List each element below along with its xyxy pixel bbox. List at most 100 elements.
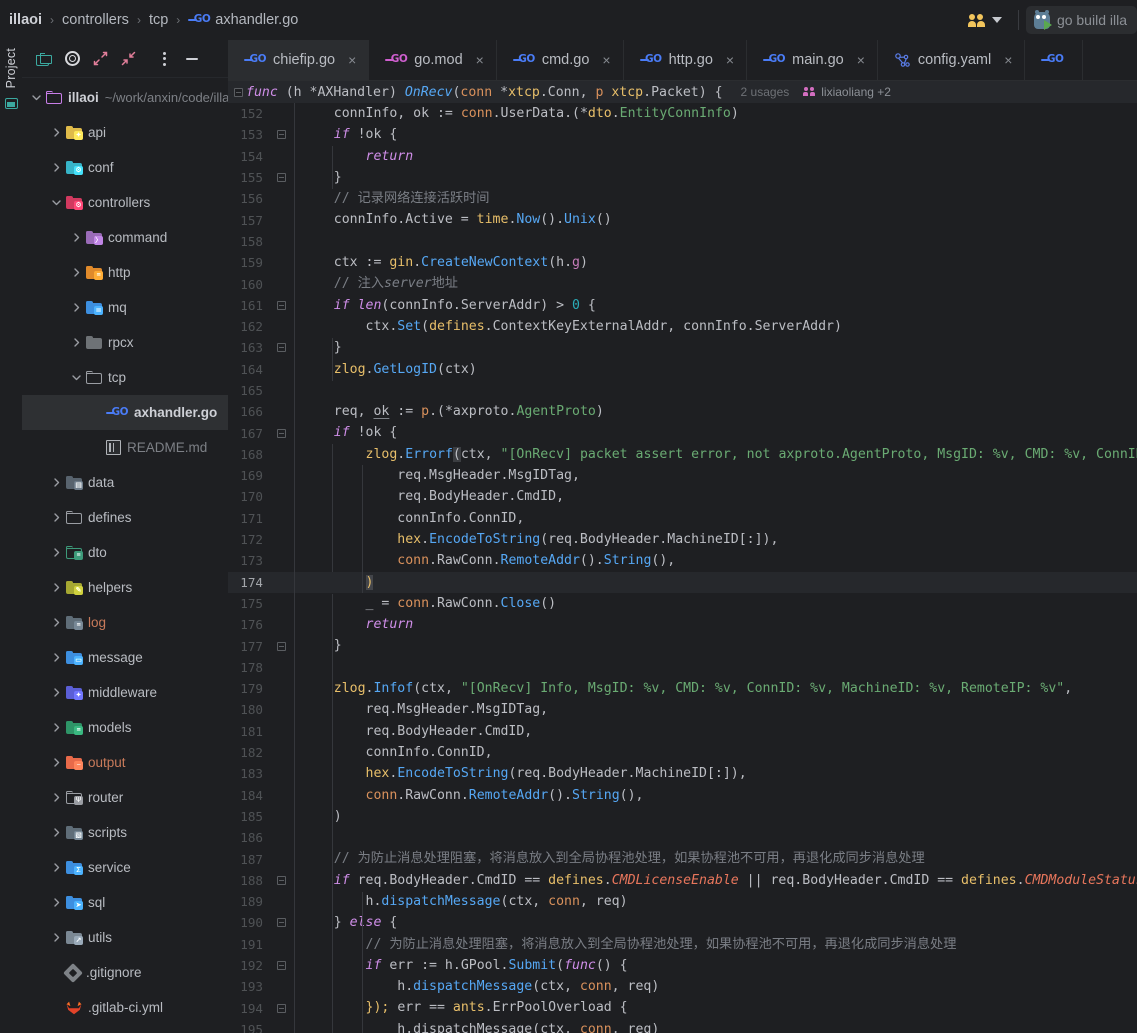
line-number[interactable]: 152 <box>228 106 272 121</box>
line-number[interactable]: 175 <box>228 596 272 611</box>
tree-item-data[interactable]: ▤ data <box>22 465 228 500</box>
select-opened-file-button[interactable] <box>30 45 58 73</box>
code-line[interactable]: 157 connInfo.Active = time.Now().Unix() <box>228 209 1137 230</box>
project-tree[interactable]: illaoi ~/work/anxin/code/illaoi ✦ api ⚙ conf ⚙… <box>22 78 228 1025</box>
fold-gutter[interactable] <box>272 961 290 971</box>
fold-gutter[interactable] <box>272 173 290 183</box>
tree-item-output[interactable]: − output <box>22 745 228 780</box>
line-number[interactable]: 166 <box>228 404 272 419</box>
code-line[interactable]: 195 h.dispatchMessage(ctx, conn, req) <box>228 1019 1137 1033</box>
line-number[interactable]: 184 <box>228 788 272 803</box>
code-line[interactable]: 187 // 为防止消息处理阻塞，将消息放入到全局协程池处理，如果协程池不可用，… <box>228 848 1137 869</box>
tree-chevron-icon[interactable] <box>48 510 64 526</box>
code-line[interactable]: 186 <box>228 827 1137 848</box>
code-line[interactable]: 170 req.BodyHeader.CmdID, <box>228 486 1137 507</box>
line-number[interactable]: 153 <box>228 127 272 142</box>
line-number[interactable]: 171 <box>228 511 272 526</box>
tree-item-gitignore[interactable]: .gitignore <box>22 955 228 990</box>
tree-item-conf[interactable]: ⚙ conf <box>22 150 228 185</box>
line-number[interactable]: 183 <box>228 766 272 781</box>
line-number[interactable]: 169 <box>228 468 272 483</box>
line-number[interactable]: 178 <box>228 660 272 675</box>
close-tab-button[interactable]: × <box>476 53 484 67</box>
editor-tab-main-go[interactable]: GO main.go × <box>747 40 878 80</box>
line-number[interactable]: 186 <box>228 830 272 845</box>
code-line[interactable]: 156 // 记录网络连接活跃时间 <box>228 188 1137 209</box>
tree-chevron-icon[interactable] <box>48 125 64 141</box>
code-line[interactable]: 160 // 注入server地址 <box>228 273 1137 294</box>
editor-tab-chiefip-go[interactable]: GO chiefip.go × <box>228 40 370 80</box>
line-number[interactable]: 163 <box>228 340 272 355</box>
close-tab-button[interactable]: × <box>602 53 610 67</box>
tree-item-sql[interactable]: ➤ sql <box>22 885 228 920</box>
code-line[interactable]: 181 req.BodyHeader.CmdID, <box>228 721 1137 742</box>
code-viewport[interactable]: func (h *AXHandler) OnRecv(conn *xtcp.Co… <box>228 81 1137 1033</box>
code-line[interactable]: 183 hex.EncodeToString(req.BodyHeader.Ma… <box>228 763 1137 784</box>
code-line[interactable]: 172 hex.EncodeToString(req.BodyHeader.Ma… <box>228 529 1137 550</box>
code-line[interactable]: 191 // 为防止消息处理阻塞，将消息放入到全局协程池处理，如果协程池不可用，… <box>228 934 1137 955</box>
expand-all-button[interactable] <box>86 45 114 73</box>
tree-chevron-icon[interactable] <box>88 440 104 456</box>
line-number[interactable]: 168 <box>228 447 272 462</box>
tree-chevron-icon[interactable] <box>48 790 64 806</box>
line-number[interactable]: 156 <box>228 191 272 206</box>
line-number[interactable]: 180 <box>228 702 272 717</box>
tree-item-router[interactable]: Ψrouter <box>22 780 228 815</box>
tree-item-dto[interactable]: ≡ dto <box>22 535 228 570</box>
tree-item-log[interactable]: ≡ log <box>22 605 228 640</box>
tree-chevron-icon[interactable] <box>48 755 64 771</box>
tree-item-scripts[interactable]: ▧ scripts <box>22 815 228 850</box>
tree-item-gitlab-ci-yml[interactable]: .gitlab-ci.yml <box>22 990 228 1025</box>
tree-chevron-icon[interactable] <box>48 930 64 946</box>
line-number[interactable]: 189 <box>228 894 272 909</box>
line-number[interactable]: 165 <box>228 383 272 398</box>
breadcrumb-item-file[interactable]: GO axhandler.go <box>183 11 303 29</box>
line-number[interactable]: 182 <box>228 745 272 760</box>
tree-chevron-icon[interactable] <box>48 545 64 561</box>
editor-tab-go-mod[interactable]: GO go.mod × <box>369 40 497 80</box>
code-line[interactable]: 194 }); err == ants.ErrPoolOverload { <box>228 997 1137 1018</box>
fold-gutter[interactable] <box>272 428 290 438</box>
code-line[interactable]: 162 ctx.Set(defines.ContextKeyExternalAd… <box>228 316 1137 337</box>
code-line[interactable]: 180 req.MsgHeader.MsgIDTag, <box>228 699 1137 720</box>
tree-chevron-icon[interactable] <box>48 580 64 596</box>
hide-panel-button[interactable] <box>178 45 206 73</box>
line-number[interactable]: 192 <box>228 958 272 973</box>
code-line[interactable]: 174 ) <box>228 571 1137 593</box>
line-number[interactable]: 195 <box>228 1022 272 1033</box>
tree-chevron-icon[interactable] <box>48 650 64 666</box>
code-line[interactable]: 184 conn.RawConn.RemoteAddr().String(), <box>228 785 1137 806</box>
line-number[interactable]: 159 <box>228 255 272 270</box>
code-line[interactable]: 158 <box>228 231 1137 252</box>
tree-item-tcp[interactable]: tcp <box>22 360 228 395</box>
tree-chevron-icon[interactable] <box>48 685 64 701</box>
code-line[interactable]: 193 h.dispatchMessage(ctx, conn, req) <box>228 976 1137 997</box>
scroll-from-source-button[interactable] <box>58 45 86 73</box>
code-line[interactable]: 178 <box>228 657 1137 678</box>
fold-icon[interactable] <box>230 87 246 97</box>
breadcrumb-item-controllers[interactable]: controllers <box>57 11 134 29</box>
fold-gutter[interactable] <box>272 130 290 140</box>
run-configuration-selector[interactable]: go build illa <box>1025 6 1137 34</box>
tree-item-mq[interactable]: ≣ mq <box>22 290 228 325</box>
line-number[interactable]: 176 <box>228 617 272 632</box>
code-line[interactable]: 167 if !ok { <box>228 422 1137 443</box>
editor-tab-config-yaml[interactable]: config.yaml × <box>878 40 1026 80</box>
tree-chevron-icon[interactable] <box>68 335 84 351</box>
share-users-button[interactable] <box>959 9 1011 32</box>
fold-gutter[interactable] <box>272 300 290 310</box>
tree-item-readme-md[interactable]: README.md <box>22 430 228 465</box>
code-line[interactable]: 173 conn.RawConn.RemoteAddr().String(), <box>228 550 1137 571</box>
close-tab-button[interactable]: × <box>726 53 734 67</box>
tree-chevron-icon[interactable] <box>48 895 64 911</box>
code-line[interactable]: 179 zlog.Infof(ctx, "[OnRecv] Info, MsgI… <box>228 678 1137 699</box>
code-line[interactable]: 155 } <box>228 167 1137 188</box>
line-number[interactable]: 155 <box>228 170 272 185</box>
code-line[interactable]: 177 } <box>228 635 1137 656</box>
editor-tab-bar[interactable]: GO chiefip.go × GO go.mod × GO cmd.go × GO http.go… <box>228 40 1137 81</box>
line-number[interactable]: 154 <box>228 149 272 164</box>
line-number[interactable]: 187 <box>228 852 272 867</box>
fold-gutter[interactable] <box>272 1003 290 1013</box>
tree-item-rpcx[interactable]: rpcx <box>22 325 228 360</box>
tree-item-command[interactable]: 〉 command <box>22 220 228 255</box>
